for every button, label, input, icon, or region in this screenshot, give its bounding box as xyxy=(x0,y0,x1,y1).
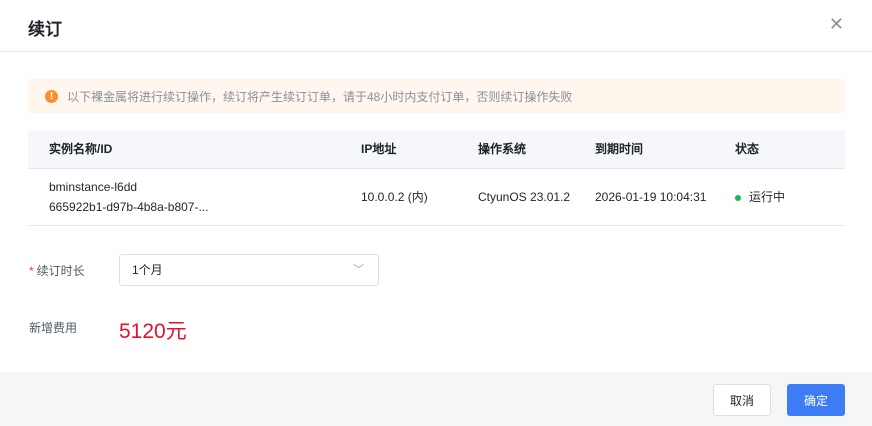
table-header: 实例名称/ID IP地址 操作系统 到期时间 状态 xyxy=(28,130,845,169)
cancel-button[interactable]: 取消 xyxy=(713,384,771,416)
instance-cell: bminstance-l6dd 665922b1-d97b-4b8a-b807-… xyxy=(49,177,208,217)
duration-value: 1个月 xyxy=(132,263,163,277)
instance-status: 运行中 xyxy=(735,187,785,207)
instance-name: bminstance-l6dd xyxy=(49,180,138,194)
required-mark: * xyxy=(29,264,34,278)
duration-label: * 续订时长 xyxy=(29,262,85,279)
status-text: 运行中 xyxy=(749,190,786,204)
instance-ip: 10.0.0.2 (内) xyxy=(361,190,428,204)
header-expire: 到期时间 xyxy=(595,142,644,156)
chevron-down-icon: ﹀ xyxy=(353,264,364,276)
status-dot-icon xyxy=(735,194,741,201)
header-status: 状态 xyxy=(735,142,760,156)
cost-label: 新增费用 xyxy=(29,321,78,335)
duration-select[interactable]: 1个月 ﹀ xyxy=(119,254,379,286)
dialog-header: 续订 ✕ xyxy=(0,0,872,52)
table-row: bminstance-l6dd 665922b1-d97b-4b8a-b807-… xyxy=(28,169,845,226)
dialog-title: 续订 xyxy=(28,20,62,39)
header-name: 实例名称/ID xyxy=(49,142,113,156)
header-ip: IP地址 xyxy=(361,142,397,156)
cost-value: 5120元 xyxy=(119,320,187,343)
dialog-footer: 取消 确定 xyxy=(0,372,872,426)
confirm-button[interactable]: 确定 xyxy=(787,384,845,416)
duration-label-text: 续订时长 xyxy=(36,264,85,278)
instance-expire: 2026-01-19 10:04:31 xyxy=(595,190,707,204)
header-os: 操作系统 xyxy=(478,142,527,156)
close-icon[interactable]: ✕ xyxy=(829,14,844,35)
warning-alert: ! 以下裸金属将进行续订操作，续订将产生续订订单，请于48小时内支付订单，否则续… xyxy=(28,79,845,113)
alert-text: 以下裸金属将进行续订操作，续订将产生续订订单，请于48小时内支付订单，否则续订操… xyxy=(67,89,573,104)
warning-icon: ! xyxy=(45,89,58,103)
instance-os: CtyunOS 23.01.2 xyxy=(478,190,571,204)
instance-table: 实例名称/ID IP地址 操作系统 到期时间 状态 bminstance-l6d… xyxy=(28,130,845,226)
instance-id: 665922b1-d97b-4b8a-b807-... xyxy=(49,200,209,214)
